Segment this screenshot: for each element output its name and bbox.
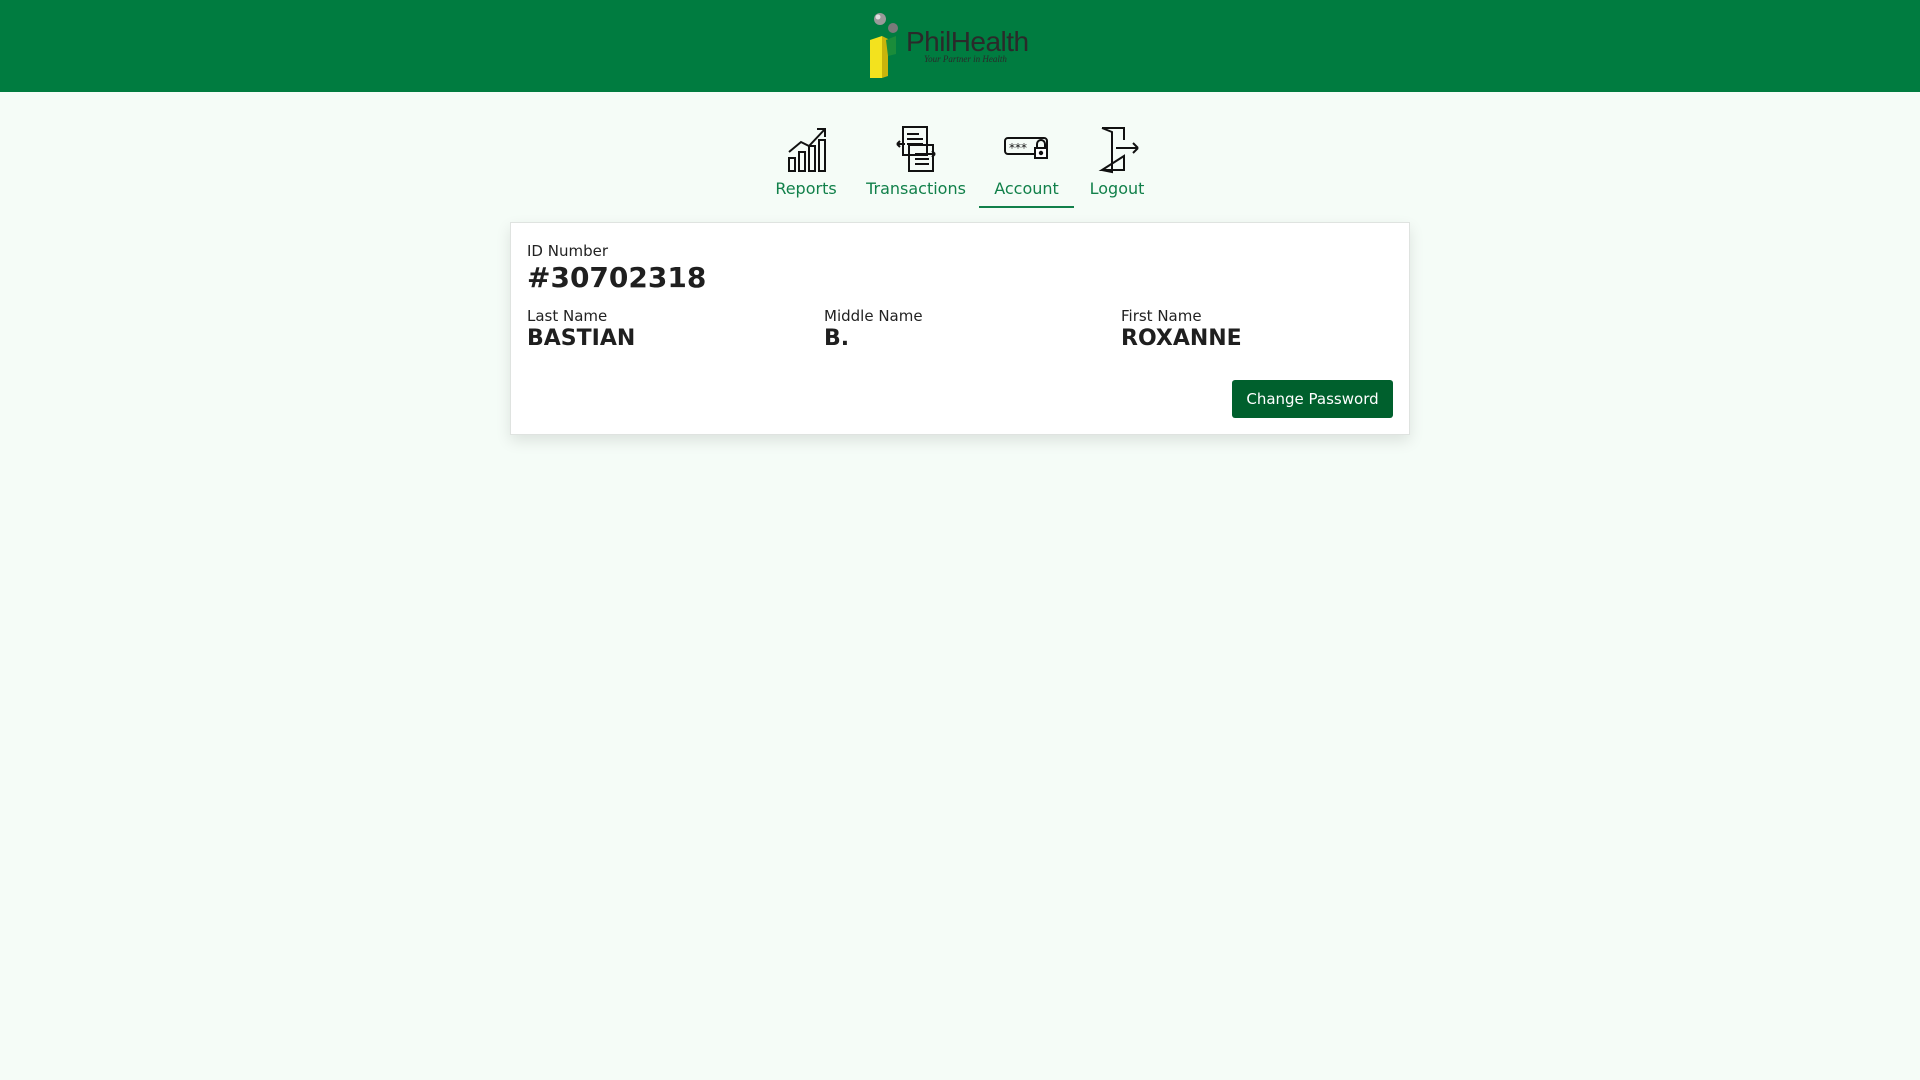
philhealth-logo-mark: [870, 13, 898, 78]
nav-item-reports[interactable]: Reports: [774, 124, 838, 208]
logo-tagline: Your Partner in Health: [924, 54, 1007, 64]
id-number-value: #30702318: [527, 261, 707, 294]
philhealth-logo[interactable]: PhilHealth Your Partner in Health: [866, 12, 1054, 80]
bar-chart-trend-icon: [788, 128, 826, 172]
nav-item-logout[interactable]: Logout: [1088, 124, 1146, 208]
id-number-label: ID Number: [527, 242, 608, 260]
main-nav: Reports Transactions *** Account Logout: [0, 124, 1920, 208]
nav-label-logout: Logout: [1089, 179, 1145, 198]
nav-item-transactions[interactable]: Transactions: [866, 124, 966, 208]
nav-label-account: Account: [994, 179, 1059, 198]
svg-text:***: ***: [1009, 141, 1027, 155]
first-name-value: ROXANNE: [1121, 326, 1242, 351]
door-exit-icon: [1098, 127, 1139, 174]
documents-exchange-icon: [896, 126, 936, 172]
password-lock-icon: ***: [1003, 137, 1048, 159]
last-name-label: Last Name: [527, 307, 608, 325]
last-name-value: BASTIAN: [527, 326, 636, 351]
header-bar: PhilHealth Your Partner in Health: [0, 0, 1920, 92]
account-details-card: ID Number #30702318 Last Name BASTIAN Mi…: [510, 222, 1410, 435]
change-password-button[interactable]: Change Password: [1232, 380, 1393, 418]
middle-name-value: B.: [824, 326, 850, 351]
nav-label-reports: Reports: [775, 179, 837, 198]
nav-label-transactions: Transactions: [866, 179, 966, 198]
middle-name-label: Middle Name: [824, 307, 923, 325]
first-name-label: First Name: [1121, 307, 1202, 325]
nav-item-account[interactable]: *** Account: [979, 124, 1074, 208]
